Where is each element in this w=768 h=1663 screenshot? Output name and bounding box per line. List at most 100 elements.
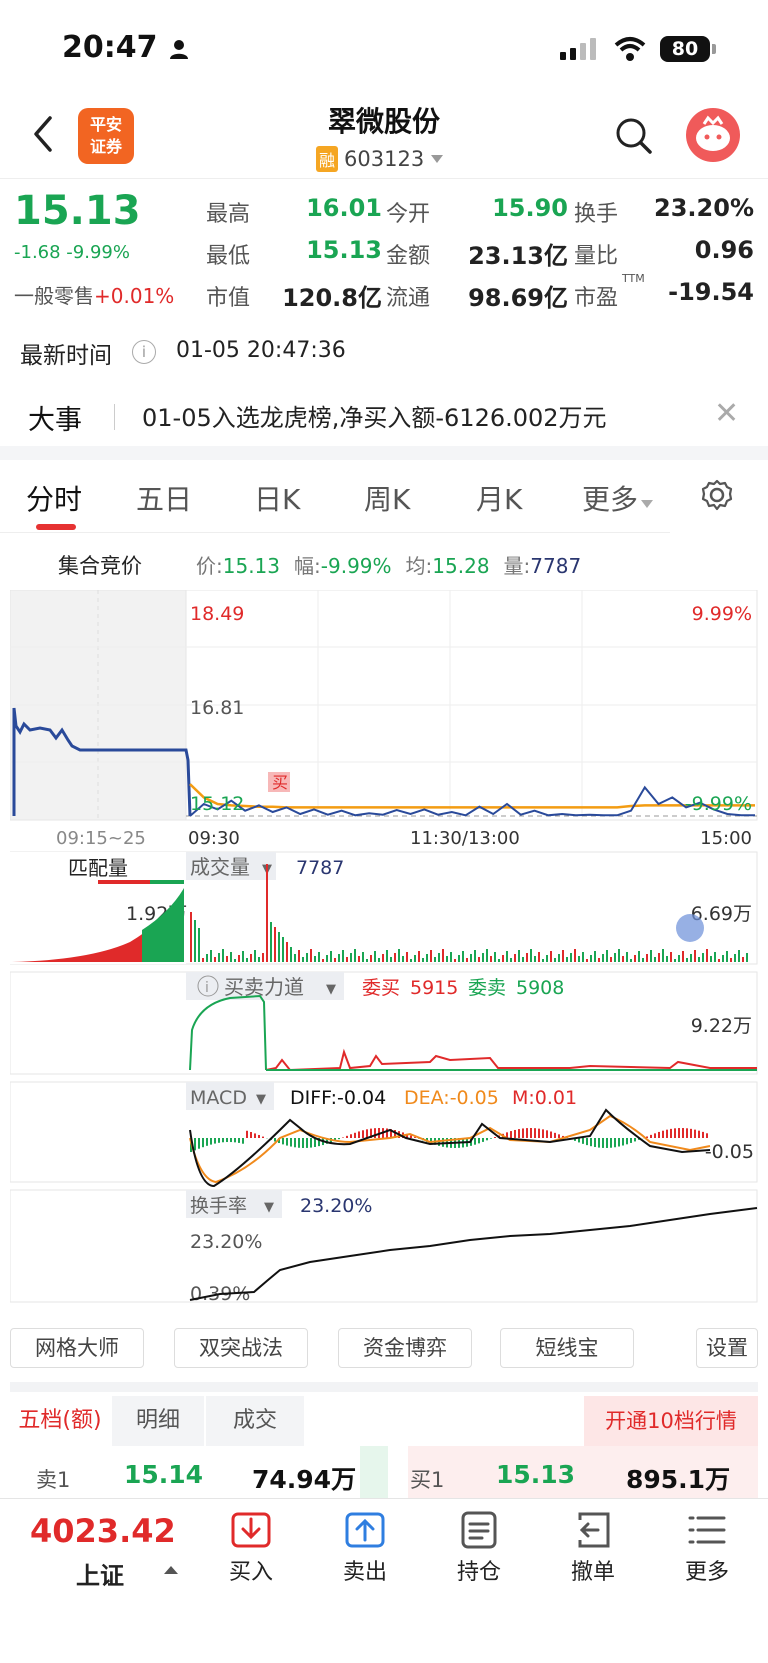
volume-bar — [418, 951, 420, 962]
caret-up-icon[interactable] — [164, 1566, 178, 1574]
positions-button[interactable]: 持仓 — [434, 1510, 524, 1586]
macd-bar — [650, 1134, 652, 1138]
index-value[interactable]: 4023.42 — [30, 1512, 176, 1550]
margin-badge: 融 — [316, 146, 339, 172]
macd-bar — [622, 1138, 624, 1146]
volume-bar — [206, 954, 208, 962]
volume-bar — [350, 953, 352, 962]
macd-bar — [210, 1138, 212, 1145]
quote-label: 金额 — [386, 244, 431, 269]
volume-bar — [326, 955, 328, 962]
volume-bar — [718, 959, 720, 962]
macd-bar — [246, 1130, 248, 1138]
volume-bar — [694, 950, 696, 962]
more-button[interactable]: 更多 — [662, 1510, 752, 1586]
volume-bar — [474, 950, 476, 962]
strategy-settings-button[interactable]: 设置 — [696, 1328, 758, 1368]
quote-value: 15.13 — [306, 236, 382, 264]
status-time: 20:47 — [62, 30, 158, 65]
volume-bar — [610, 957, 612, 962]
more-icon — [688, 1516, 726, 1544]
volume-bar — [318, 952, 320, 962]
price-axis-bottom: 15.12 — [190, 793, 244, 815]
sell-button[interactable]: 卖出 — [320, 1510, 410, 1586]
macd-m: M:0.01 — [512, 1087, 577, 1109]
tab-five-day[interactable]: 五日 — [136, 478, 192, 518]
volume-bar — [662, 949, 664, 962]
volume-bar — [254, 950, 256, 962]
event-label: 大事 — [28, 405, 82, 436]
volume-bar — [586, 959, 588, 962]
expand-icon[interactable] — [676, 914, 704, 942]
divider — [0, 532, 670, 533]
price-change: -1.68 -9.99% — [14, 242, 130, 263]
intraday-chart[interactable]: 买 18.49 16.81 15.12 9.99% -9.99% 09:15~2… — [10, 590, 758, 1318]
volume-bar — [198, 928, 200, 962]
tab-intraday[interactable]: 分时 — [26, 478, 82, 518]
macd-bar — [410, 1135, 412, 1138]
tab-five-levels[interactable]: 五档(额) — [10, 1396, 110, 1446]
volume-bar — [538, 952, 540, 962]
volume-bar — [634, 955, 636, 962]
volume-bar — [362, 952, 364, 962]
capital-game-button[interactable]: 资金博弈 — [338, 1328, 472, 1368]
tab-daily-k[interactable]: 日K — [254, 478, 300, 518]
double-breakout-button[interactable]: 双突战法 — [174, 1328, 308, 1368]
tab-more[interactable]: 更多 — [582, 478, 654, 518]
search-icon[interactable] — [614, 116, 654, 156]
volume-bar — [414, 955, 416, 962]
macd-bar — [274, 1138, 276, 1142]
macd-bar — [198, 1138, 200, 1149]
volume-bar — [486, 949, 488, 962]
volume-bar — [378, 958, 380, 962]
gear-icon[interactable] — [700, 478, 734, 512]
open-level10-button[interactable]: 开通10档行情 — [584, 1396, 758, 1446]
macd-bar — [702, 1131, 704, 1138]
volume-bar — [554, 958, 556, 962]
volume-bar — [630, 959, 632, 962]
quote-value: 98.69亿 — [468, 284, 568, 312]
volume-bar — [478, 957, 480, 962]
chevron-down-icon: ▼ — [264, 1200, 274, 1215]
macd-bar — [310, 1138, 312, 1148]
section-gap — [10, 1382, 758, 1392]
quote-label: 最高 — [206, 202, 251, 227]
macd-bar — [262, 1136, 264, 1138]
macd-bar — [214, 1138, 216, 1144]
volume-bar — [578, 956, 580, 962]
grid-master-button[interactable]: 网格大师 — [10, 1328, 144, 1368]
macd-bar — [250, 1132, 252, 1138]
volume-bar — [454, 959, 456, 962]
volume-bar — [246, 958, 248, 962]
volume-bar — [746, 953, 748, 962]
volume-bar — [406, 952, 408, 962]
buy-button[interactable]: 买入 — [206, 1510, 296, 1586]
tab-trades[interactable]: 成交 — [206, 1396, 304, 1446]
svg-text:i: i — [205, 980, 209, 996]
volume-bar — [234, 959, 236, 962]
volume-bar — [446, 956, 448, 962]
macd-bar — [654, 1133, 656, 1138]
turnover-axis-top: 23.20% — [190, 1231, 262, 1253]
volume-bar — [334, 958, 336, 962]
tab-weekly-k[interactable]: 周K — [364, 478, 410, 518]
event-text[interactable]: 01-05入选龙虎榜,净买入额-6126.002万元 — [142, 398, 607, 433]
short-term-button[interactable]: 短线宝 — [500, 1328, 634, 1368]
macd-bar — [342, 1137, 344, 1138]
volume-bar — [310, 949, 312, 962]
volume-bar — [566, 957, 568, 962]
close-icon[interactable]: ✕ — [714, 396, 739, 431]
volume-bar — [522, 957, 524, 962]
assistant-avatar[interactable] — [686, 108, 740, 162]
macd-bar — [598, 1138, 600, 1148]
stock-code-selector[interactable]: 融 603123 — [316, 146, 444, 172]
tab-details[interactable]: 明细 — [112, 1396, 204, 1446]
force-buy-value: 5915 — [410, 977, 458, 999]
macd-bar — [682, 1128, 684, 1138]
index-name[interactable]: 上证 — [76, 1556, 124, 1591]
tab-monthly-k[interactable]: 月K — [476, 478, 522, 518]
volume-bar — [266, 864, 268, 962]
info-icon[interactable]: i — [132, 340, 156, 364]
cancel-order-button[interactable]: 撤单 — [548, 1510, 638, 1586]
quote-label: 市盈 — [574, 286, 619, 311]
